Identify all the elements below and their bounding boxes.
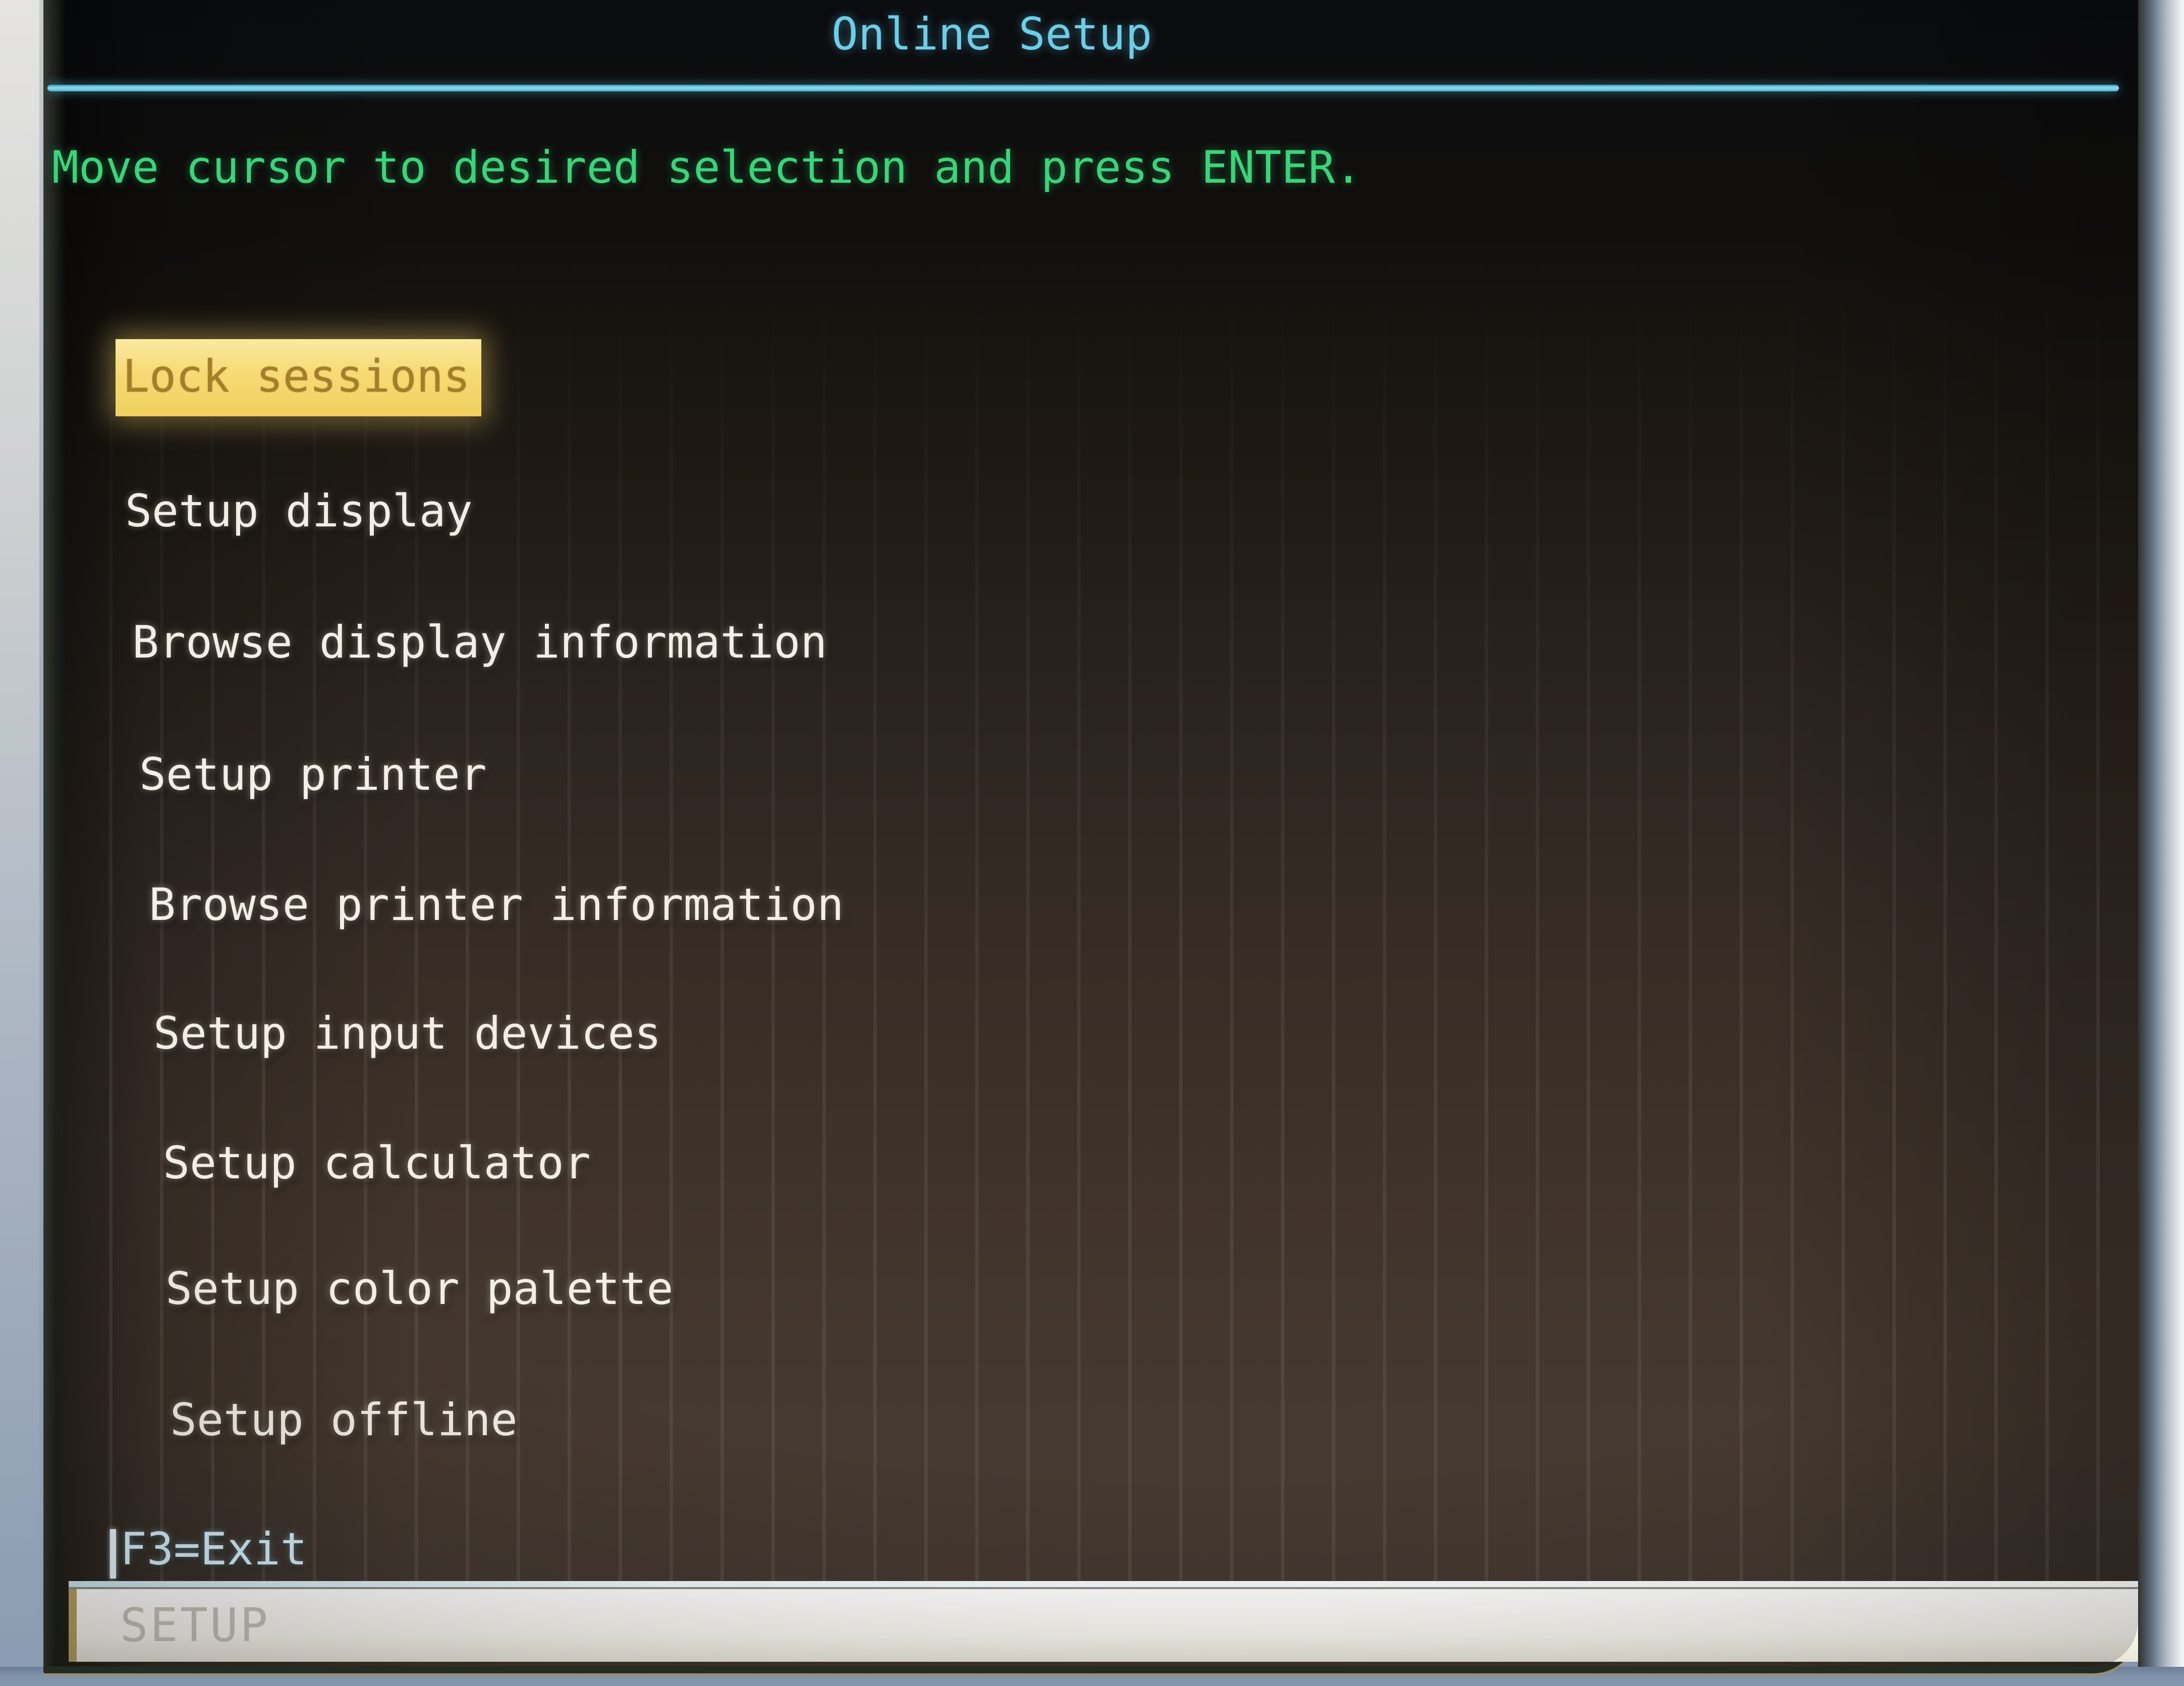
monitor-bezel-right [2138, 0, 2184, 1686]
monitor-bezel-bottom [0, 1667, 2184, 1686]
screen-vignette [43, 0, 2138, 1666]
monitor-bezel-left [0, 0, 39, 1686]
monitor-photo: Online Setup Move cursor to desired sele… [0, 0, 2184, 1686]
terminal-screen: Online Setup Move cursor to desired sele… [43, 0, 2138, 1666]
